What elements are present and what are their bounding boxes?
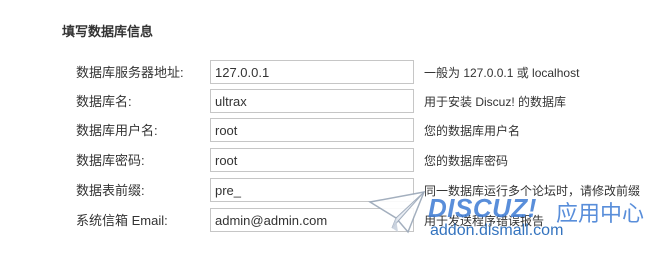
- admin-email-input[interactable]: [210, 208, 414, 232]
- db-password-input[interactable]: [210, 148, 414, 172]
- db-host-input[interactable]: [210, 60, 414, 84]
- admin-email-label: 系统信箱 Email:: [76, 213, 168, 228]
- db-password-hint: 您的数据库密码: [424, 154, 509, 168]
- table-prefix-label: 数据表前缀:: [76, 183, 145, 198]
- db-host-label: 数据库服务器地址:: [76, 65, 184, 80]
- admin-email-hint: 用于发送程序错误报告: [424, 214, 545, 228]
- form-row-db-host: 数据库服务器地址: 一般为 127.0.0.1 或 localhost: [0, 60, 665, 86]
- db-user-input[interactable]: [210, 118, 414, 142]
- db-user-hint: 您的数据库用户名: [424, 124, 521, 138]
- db-host-hint: 一般为 127.0.0.1 或 localhost: [424, 66, 580, 80]
- form-row-db-name: 数据库名: 用于安装 Discuz! 的数据库: [0, 89, 665, 115]
- db-user-label: 数据库用户名:: [76, 123, 158, 138]
- table-prefix-hint: 同一数据库运行多个论坛时，请修改前缀: [424, 184, 641, 198]
- form-row-table-prefix: 数据表前缀: 同一数据库运行多个论坛时，请修改前缀: [0, 178, 665, 204]
- form-row-db-user: 数据库用户名: 您的数据库用户名: [0, 118, 665, 144]
- db-password-label: 数据库密码:: [76, 153, 145, 168]
- form-row-admin-email: 系统信箱 Email: 用于发送程序错误报告: [0, 208, 665, 234]
- form-row-db-password: 数据库密码: 您的数据库密码: [0, 148, 665, 174]
- table-prefix-input[interactable]: [210, 178, 414, 202]
- db-name-input[interactable]: [210, 89, 414, 113]
- db-name-hint: 用于安装 Discuz! 的数据库: [424, 95, 567, 109]
- section-title: 填写数据库信息: [62, 24, 154, 39]
- database-config-panel: 填写数据库信息 数据库服务器地址: 一般为 127.0.0.1 或 localh…: [0, 0, 665, 257]
- db-name-label: 数据库名:: [76, 94, 132, 109]
